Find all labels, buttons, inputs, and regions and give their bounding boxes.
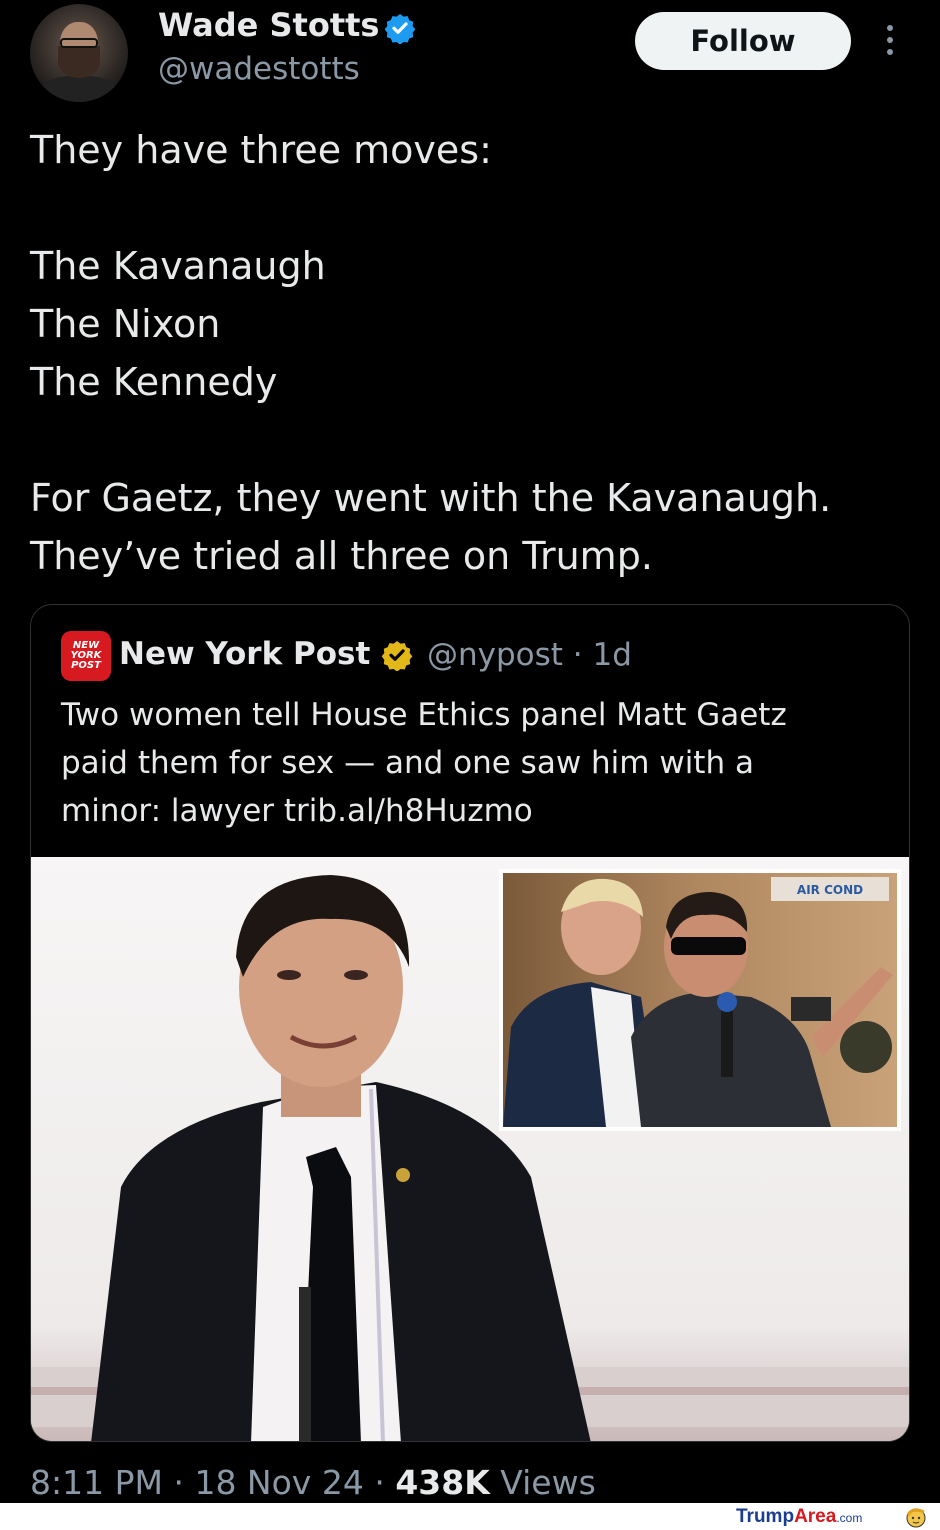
- watermark-logo: TrumpArea.com: [736, 1506, 862, 1528]
- watermark-part: .com: [836, 1511, 863, 1525]
- separator-space: [490, 1463, 501, 1502]
- quoted-author-name[interactable]: New York Post: [119, 636, 370, 672]
- verified-badge-icon: [384, 14, 416, 44]
- media-illustration: AIR COND: [31, 857, 909, 1441]
- tweet-text-line: The Kavanaugh: [30, 244, 326, 288]
- quoted-tweet-card[interactable]: NEW YORK POST New York Post @nypost · 1d…: [30, 604, 910, 1442]
- quoted-handle-time[interactable]: @nypost · 1d: [427, 637, 632, 673]
- tweet-text-line: The Nixon: [30, 302, 221, 346]
- quoted-handle[interactable]: @nypost: [427, 637, 563, 673]
- tweet-text-line: For Gaetz, they went with the Kavanaugh.: [30, 476, 832, 520]
- views-count: 438K: [395, 1463, 490, 1502]
- watermark-part: Area: [794, 1506, 837, 1527]
- quoted-media-image[interactable]: AIR COND: [31, 857, 909, 1441]
- tweet-text-line: They’ve tried all three on Trump.: [30, 534, 653, 578]
- watermark-part: Trump: [736, 1506, 795, 1527]
- separator-dot: ·: [562, 637, 593, 673]
- separator-dot: ·: [162, 1463, 195, 1502]
- author-avatar[interactable]: [30, 4, 128, 102]
- author-handle[interactable]: @wadestotts: [158, 51, 360, 87]
- watermark-face-icon: [906, 1508, 926, 1528]
- verified-gold-badge-icon: [381, 641, 413, 671]
- follow-button[interactable]: Follow: [635, 12, 851, 70]
- quoted-text-line: paid them for sex — and one saw him with…: [61, 745, 754, 781]
- quoted-text-line: Two women tell House Ethics panel Matt G…: [61, 697, 787, 733]
- views-label: Views: [500, 1463, 596, 1502]
- tweet-date[interactable]: 18 Nov 24: [194, 1463, 363, 1502]
- tweet-time[interactable]: 8:11 PM: [30, 1463, 163, 1502]
- quoted-text-line: minor: lawyer trib.al/h8Huzmo: [61, 793, 533, 829]
- quoted-time[interactable]: 1d: [593, 637, 632, 673]
- tweet-meta: 8:11 PM · 18 Nov 24 · 438K Views: [30, 1463, 596, 1502]
- separator-dot: ·: [363, 1463, 396, 1502]
- author-name[interactable]: Wade Stotts: [158, 6, 379, 44]
- inset-sign-text: AIR COND: [797, 883, 863, 897]
- tweet-text-line: The Kennedy: [30, 360, 278, 404]
- more-options-icon[interactable]: [881, 25, 899, 59]
- nypost-logo: NEW YORK POST: [61, 631, 111, 681]
- tweet-text-line: They have three moves:: [30, 128, 492, 172]
